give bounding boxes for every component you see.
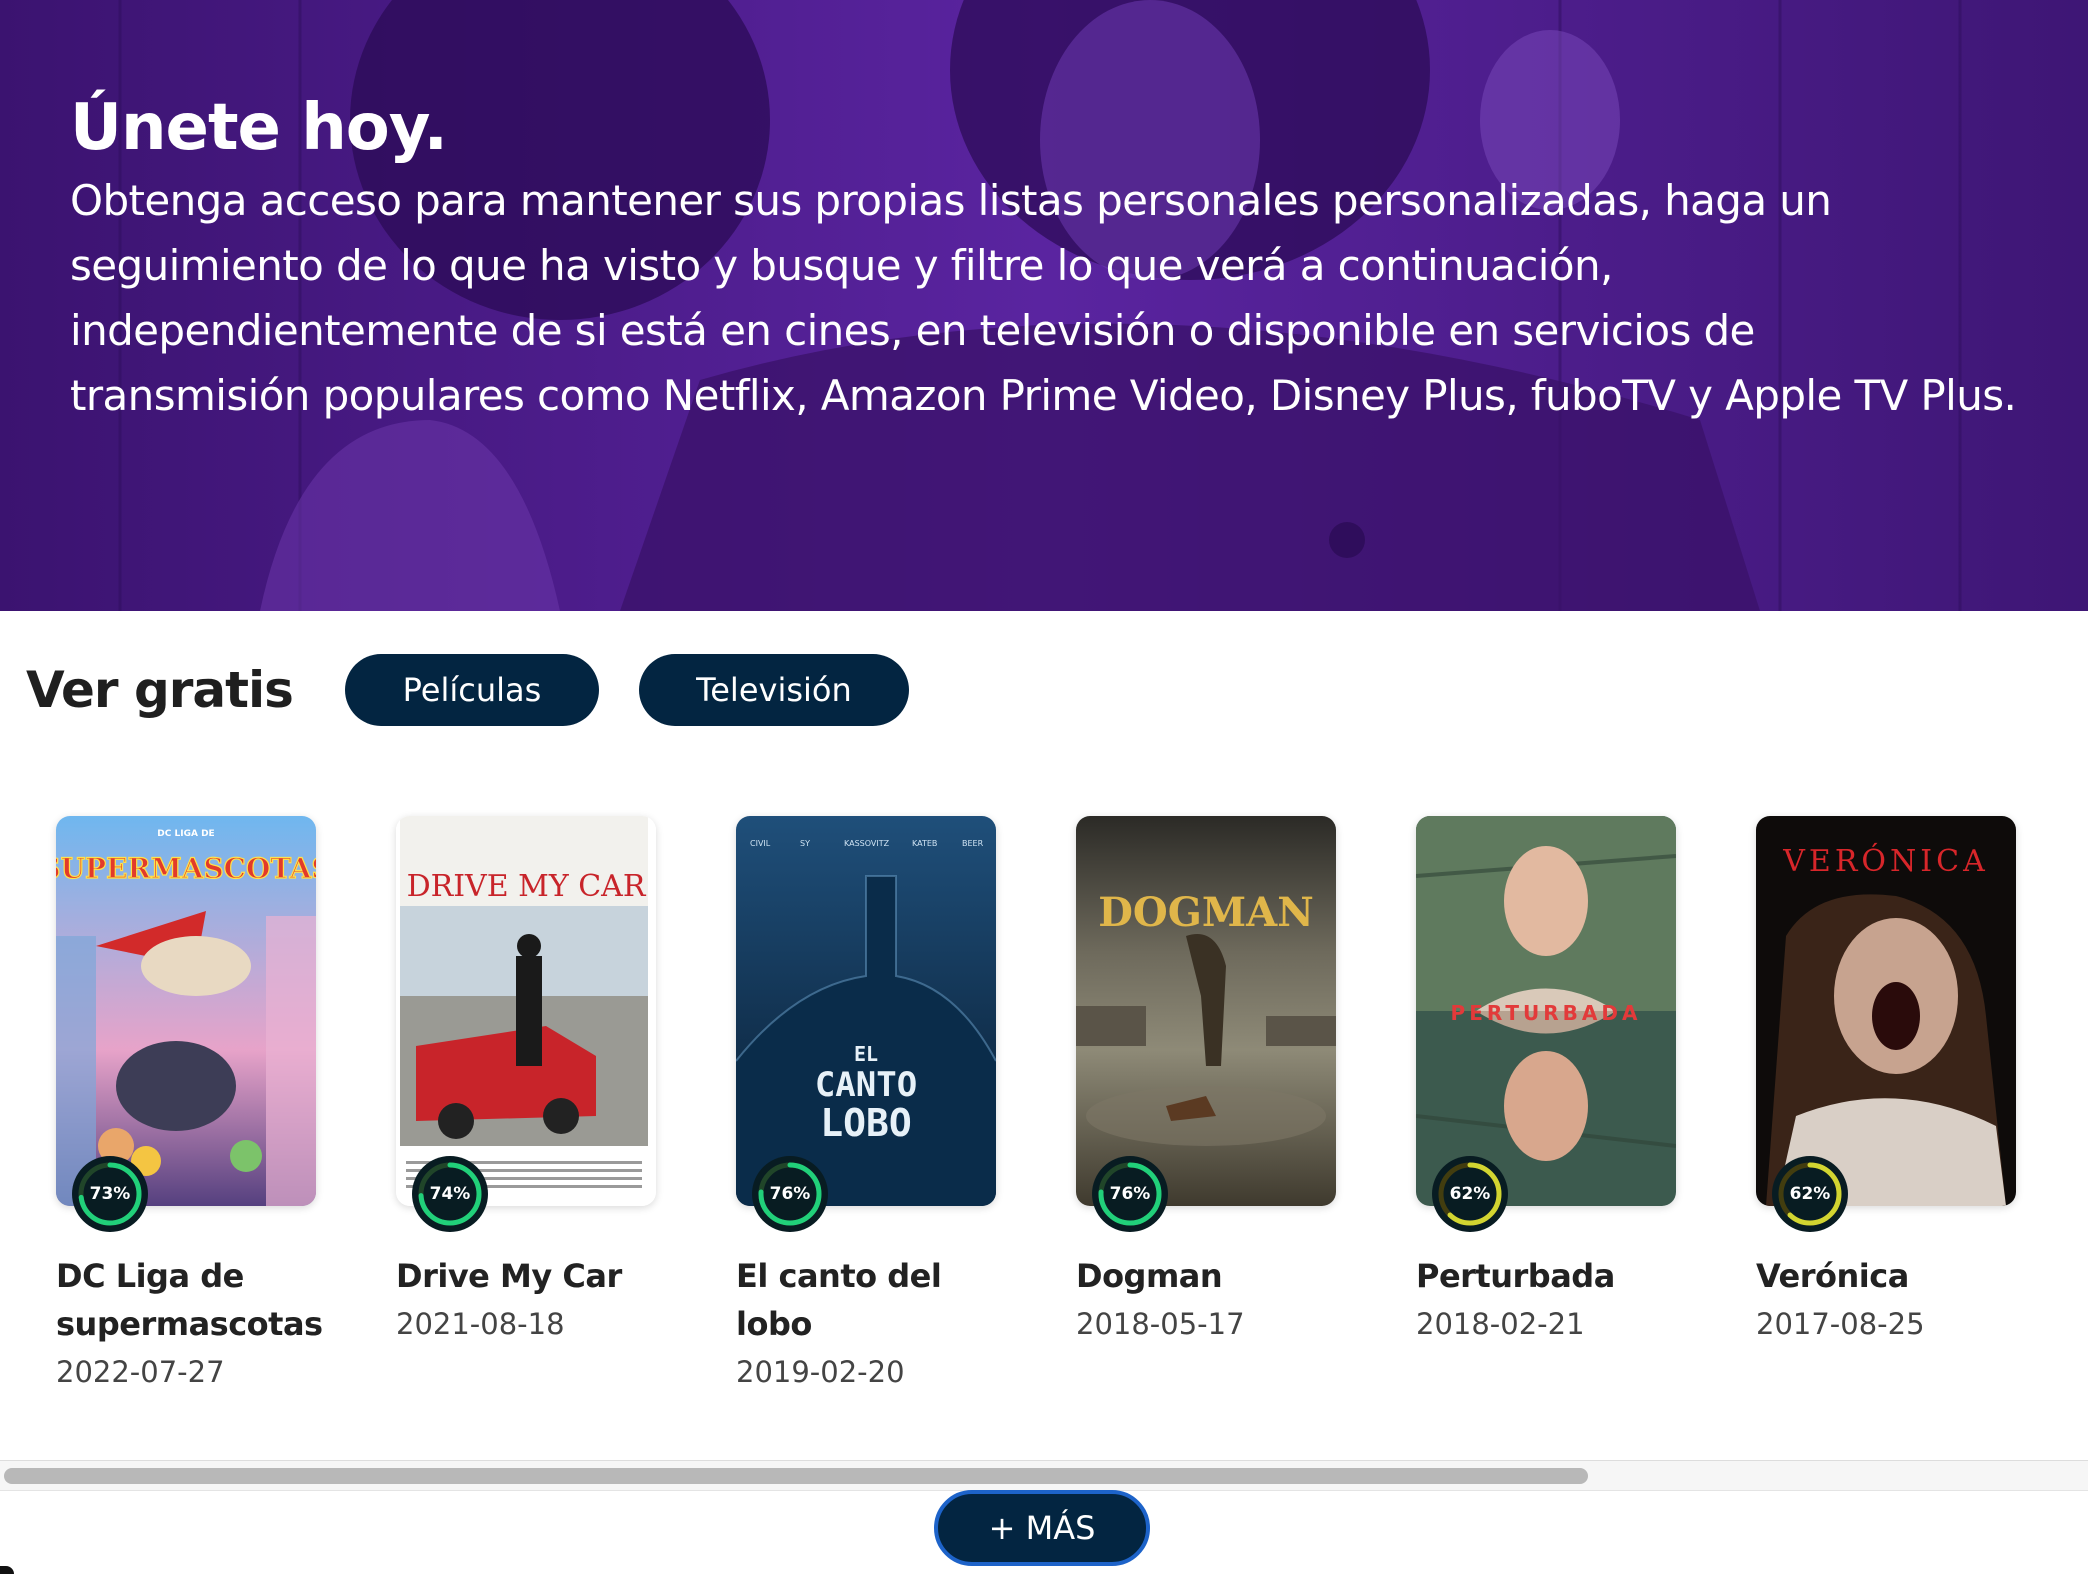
tab-television[interactable]: Televisión <box>638 654 909 726</box>
movie-card[interactable]: VERÓNICA 62% Verónica 2017-08-25 <box>1756 816 2016 1348</box>
score-value: 73% <box>89 1184 131 1204</box>
hero-description-line: transmisión populares como Netflix, Amaz… <box>70 371 2017 420</box>
score-value: 76% <box>1109 1184 1151 1204</box>
user-score-badge: 62% <box>1432 1156 1508 1232</box>
tab-movies[interactable]: Películas <box>344 654 599 726</box>
release-date: 2018-02-21 <box>1416 1307 1585 1341</box>
user-score-badge: 76% <box>752 1156 828 1232</box>
poster-title-text: SUPERMASCOTAS <box>56 852 316 885</box>
poster-title-text: VERÓNICA <box>1782 843 1988 879</box>
section-title: Ver gratis <box>26 661 294 719</box>
hero-banner: Únete hoy. Obtenga acceso para mantener … <box>0 0 2088 611</box>
score-value: 62% <box>1789 1184 1831 1204</box>
user-score-badge: 62% <box>1772 1156 1848 1232</box>
svg-text:KATEB: KATEB <box>912 839 937 848</box>
movie-poster[interactable]: DRIVE MY CAR <box>396 816 656 1206</box>
movie-title-link[interactable]: Verónica <box>1756 1252 2016 1300</box>
movie-title-link[interactable]: El canto del lobo <box>736 1252 996 1348</box>
poster-image: DRIVE MY CAR <box>396 816 656 1206</box>
hero-description-line: Obtenga acceso para mantener sus propias… <box>70 176 1832 225</box>
poster-subtext: EL <box>854 1042 878 1066</box>
release-date: 2017-08-25 <box>1756 1307 1925 1341</box>
poster-image: CIVIL SY KASSOVITZ KATEB BEER EL CANTO LOBO <box>736 816 996 1206</box>
hero-description: Obtenga acceso para mantener sus propias… <box>70 168 2060 428</box>
poster-subtext: DC LIGA DE <box>157 829 214 839</box>
movie-poster[interactable]: CIVIL SY KASSOVITZ KATEB BEER EL CANTO LOBO <box>736 816 996 1206</box>
movie-card[interactable]: DOGMAN 76% Dogman 2018-05-17 <box>1076 816 1336 1348</box>
release-date: 2019-02-20 <box>736 1355 905 1389</box>
poster-image: PERTURBADA <box>1416 816 1676 1206</box>
svg-text:SY: SY <box>800 839 810 848</box>
movie-poster[interactable]: DOGMAN <box>1076 816 1336 1206</box>
poster-title-text: DOGMAN <box>1098 889 1314 936</box>
horizontal-scrollbar-thumb[interactable] <box>4 1468 1588 1484</box>
hero-description-line: independientemente de si está en cines, … <box>70 306 1755 355</box>
movie-card[interactable]: PERTURBADA 62% Perturbada 2018-02-21 <box>1416 816 1676 1348</box>
poster-image: VERÓNICA <box>1756 816 2016 1206</box>
poster-title-text: PERTURBADA <box>1451 1001 1642 1025</box>
svg-text:KASSOVITZ: KASSOVITZ <box>844 839 890 848</box>
user-score-badge: 73% <box>72 1156 148 1232</box>
movie-poster[interactable]: VERÓNICA <box>1756 816 2016 1206</box>
poster-title-text-2: LOBO <box>820 1101 912 1145</box>
svg-text:BEER: BEER <box>962 839 984 848</box>
hero-description-line: seguimiento de lo que ha visto y busque … <box>70 241 1613 290</box>
score-value: 74% <box>429 1184 471 1204</box>
user-score-badge: 76% <box>1092 1156 1168 1232</box>
more-button[interactable]: + MÁS <box>934 1490 1150 1566</box>
poster-image: DOGMAN <box>1076 816 1336 1206</box>
movie-poster[interactable]: PERTURBADA <box>1416 816 1676 1206</box>
movie-title-link[interactable]: DC Liga de supermascotas <box>56 1252 323 1348</box>
poster-title-text: DRIVE MY CAR <box>407 869 647 904</box>
poster-image: DC LIGA DE SUPERMASCOTAS <box>56 816 316 1206</box>
movie-title-link[interactable]: Drive My Car <box>396 1252 656 1300</box>
movie-card[interactable]: DC LIGA DE SUPERMASCOTAS 73% DC Liga de … <box>56 816 323 1396</box>
window-corner <box>0 1566 14 1574</box>
release-date: 2018-05-17 <box>1076 1307 1245 1341</box>
free-to-watch-header: Ver gratis Películas Televisión <box>26 653 909 727</box>
movie-title-link[interactable]: Dogman <box>1076 1252 1336 1300</box>
movie-carousel[interactable]: DC LIGA DE SUPERMASCOTAS 73% DC Liga de … <box>0 780 2086 1460</box>
user-score-badge: 74% <box>412 1156 488 1232</box>
page-edge <box>2088 0 2092 1574</box>
score-value: 76% <box>769 1184 811 1204</box>
movie-card[interactable]: DRIVE MY CAR 74% Drive My Car 2021-08-18 <box>396 816 656 1348</box>
movie-poster[interactable]: DC LIGA DE SUPERMASCOTAS <box>56 816 316 1206</box>
svg-text:CIVIL: CIVIL <box>750 839 771 848</box>
hero-title: Únete hoy. <box>70 91 448 165</box>
release-date: 2021-08-18 <box>396 1307 565 1341</box>
release-date: 2022-07-27 <box>56 1355 225 1389</box>
score-value: 62% <box>1449 1184 1491 1204</box>
movie-card[interactable]: CIVIL SY KASSOVITZ KATEB BEER EL CANTO LOBO … <box>736 816 996 1396</box>
movie-title-link[interactable]: Perturbada <box>1416 1252 1676 1300</box>
poster-title-text: CANTO <box>815 1065 917 1105</box>
